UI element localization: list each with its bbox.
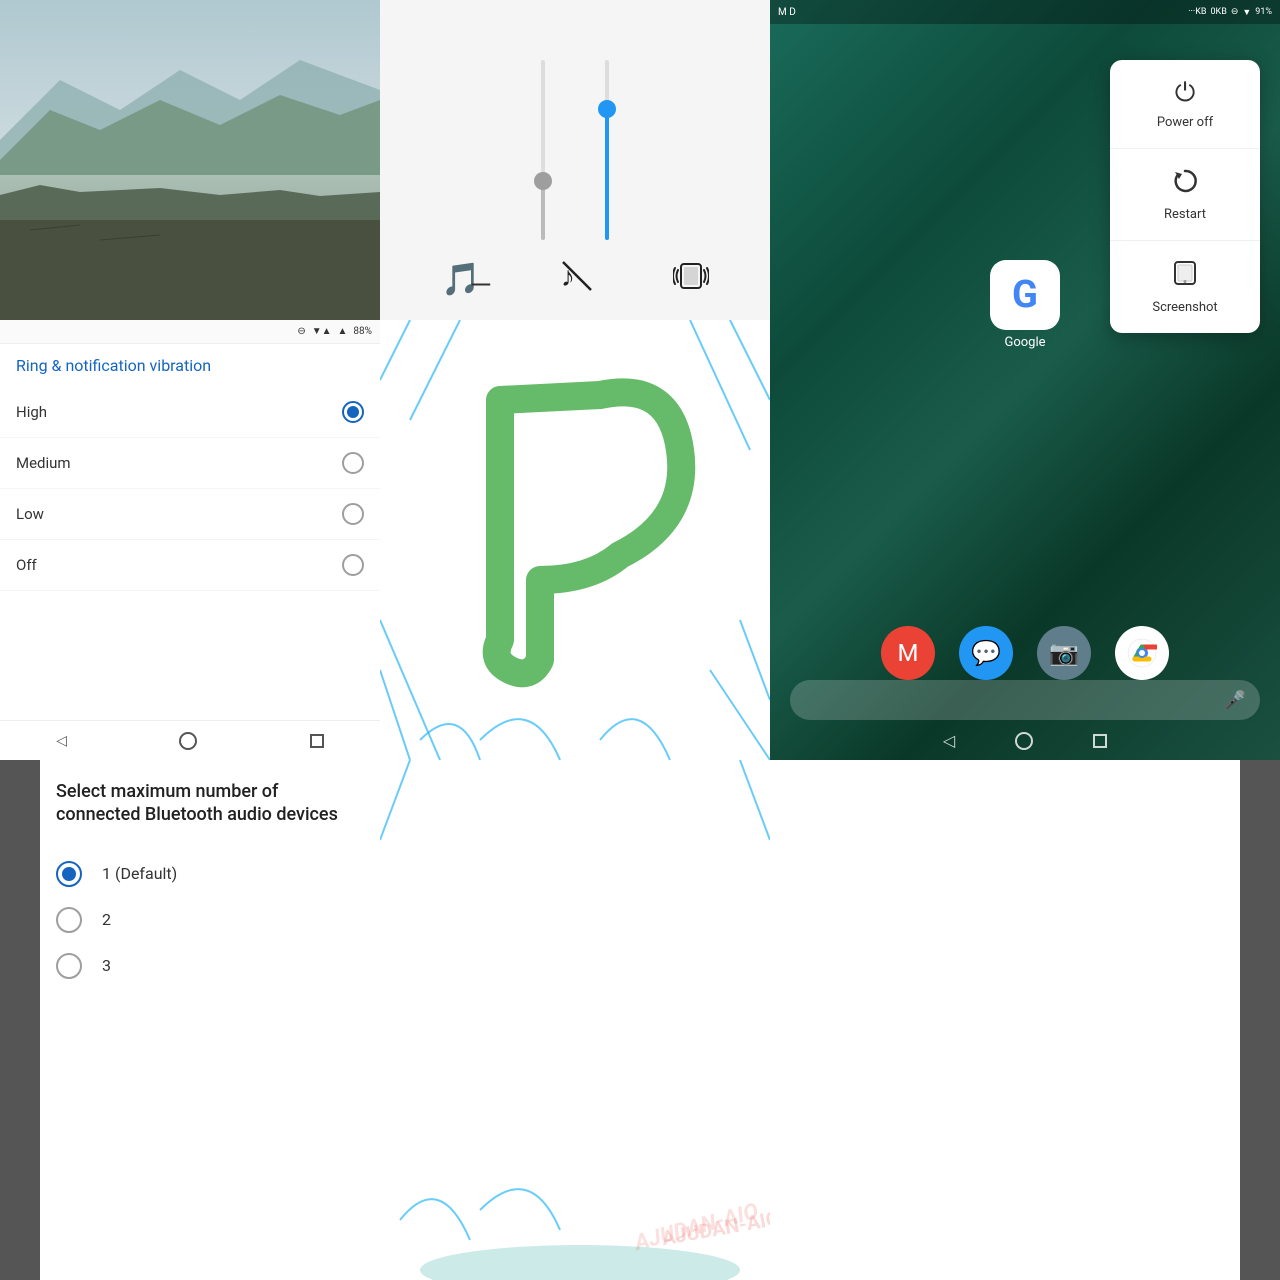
vibration-slider-fill <box>605 105 609 240</box>
wifi-icon: ▼ <box>1242 7 1251 18</box>
left-side-panel <box>0 760 40 1280</box>
bluetooth-dialog: Select maximum number of connected Bluet… <box>40 760 380 1280</box>
power-off-icon: ⏻ <box>1175 78 1196 109</box>
bt-option-2-label: 2 <box>102 910 111 929</box>
vib-status-battery: 88% <box>353 326 372 337</box>
screenshot-button[interactable]: Screenshot <box>1110 241 1260 333</box>
android-p-background <box>380 320 770 760</box>
android-p-panel <box>380 320 770 760</box>
signal-icon: ···KB <box>1188 7 1206 17</box>
battery-icon: 91% <box>1255 7 1272 17</box>
bluetooth-panel: Select maximum number of connected Bluet… <box>0 760 380 1280</box>
vibration-off-option[interactable]: Off <box>0 540 380 591</box>
search-bar[interactable]: 🎤 <box>790 680 1260 720</box>
screenshot-icon <box>1171 259 1199 294</box>
vib-status-icon-1: ⊖ <box>297 326 305 337</box>
vib-status-signal: ▲ <box>338 326 348 337</box>
bt-radio-3[interactable] <box>56 953 82 979</box>
vibration-medium-option[interactable]: Medium <box>0 438 380 489</box>
vibration-slider[interactable] <box>605 60 609 240</box>
bottom-right-content <box>770 760 1240 1280</box>
restart-icon <box>1171 167 1199 201</box>
bt-option-3[interactable]: 3 <box>56 943 364 989</box>
messages-icon[interactable]: 💬 <box>959 626 1013 680</box>
mic-icon: 🎤 <box>1224 690 1246 711</box>
bt-option-1[interactable]: 1 (Default) <box>56 851 364 897</box>
main-grid: 🎵̶ ♪ <box>0 0 1280 1280</box>
volume-icon: ⊖ <box>1231 7 1239 17</box>
vibration-medium-label: Medium <box>16 454 71 472</box>
status-right-icons: ···KB 0KB ⊖ ▼ 91% <box>1188 7 1272 18</box>
vibration-panel: ⊖ ▼▲ ▲ 88% Ring & notification vibration… <box>0 320 380 760</box>
power-menu-popup: ⏻ Power off Restart <box>1110 60 1260 333</box>
vibration-high-label: High <box>16 403 47 421</box>
nav-bar-power: ◁ <box>770 731 1280 750</box>
vib-recents-icon[interactable] <box>310 734 324 748</box>
google-app-icon[interactable]: G <box>990 260 1060 330</box>
right-side-panel <box>1240 760 1280 1280</box>
vib-back-icon[interactable]: ◁ <box>56 733 67 749</box>
sliders-panel: 🎵̶ ♪ <box>380 0 770 320</box>
vibration-header: Ring & notification vibration <box>0 344 380 387</box>
music-slider[interactable] <box>541 60 545 240</box>
bt-option-2[interactable]: 2 <box>56 897 364 943</box>
gmail-icon[interactable]: M <box>881 626 935 680</box>
vibration-nav-bar: ◁ <box>0 720 380 760</box>
power-panel: M D ···KB 0KB ⊖ ▼ 91% ⏻ Power off <box>770 0 1280 760</box>
google-label: Google <box>1004 335 1045 350</box>
sliders-row <box>541 60 609 240</box>
chrome-icon[interactable] <box>1115 626 1169 680</box>
vibration-off-radio[interactable] <box>342 554 364 576</box>
screenshot-label: Screenshot <box>1152 300 1217 315</box>
power-off-label: Power off <box>1157 115 1213 130</box>
dock-row: M 💬 📷 <box>770 626 1280 680</box>
bt-option-3-label: 3 <box>102 956 111 975</box>
bt-radio-2[interactable] <box>56 907 82 933</box>
vibration-medium-radio[interactable] <box>342 452 364 474</box>
vibration-off-label: Off <box>16 556 37 574</box>
bt-radio-1-fill <box>62 867 76 881</box>
google-g-letter: G <box>1012 273 1038 317</box>
vib-home-icon[interactable] <box>179 732 197 750</box>
music-slider-thumb[interactable] <box>534 172 552 190</box>
vibration-low-option[interactable]: Low <box>0 489 380 540</box>
data-indicator: 0KB <box>1211 7 1227 17</box>
power-off-button[interactable]: ⏻ Power off <box>1110 60 1260 149</box>
restart-label: Restart <box>1164 207 1206 222</box>
restart-button[interactable]: Restart <box>1110 149 1260 241</box>
status-bar: M D ···KB 0KB ⊖ ▼ 91% <box>770 0 1280 24</box>
vibrate-icon <box>673 260 709 300</box>
music-slider-track <box>541 60 545 240</box>
home-nav-button[interactable] <box>1015 732 1033 750</box>
vibration-high-radio[interactable] <box>342 401 364 423</box>
bluetooth-dialog-title: Select maximum number of connected Bluet… <box>56 780 364 827</box>
bottom-center-panel: AJUDAN-AIO AJUDAN-AIO <box>380 760 770 1280</box>
status-left-icons: M D <box>778 7 796 18</box>
landscape-panel <box>0 0 380 320</box>
svg-text:♪: ♪ <box>561 260 575 292</box>
vibration-slider-track <box>605 60 609 240</box>
bt-radio-1[interactable] <box>56 861 82 887</box>
vib-status-wifi: ▼▲ <box>312 326 332 337</box>
vibration-high-radio-fill <box>347 406 359 418</box>
slider-icons-row: 🎵̶ ♪ <box>441 260 709 300</box>
vibration-slider-thumb[interactable] <box>598 100 616 118</box>
music-muted-icon: 🎵̶ <box>441 260 481 300</box>
back-nav-icon[interactable]: ◁ <box>943 731 955 750</box>
music-muted-slash: ♪ <box>561 260 593 300</box>
vibration-status-bar: ⊖ ▼▲ ▲ 88% <box>0 320 380 344</box>
vibration-low-radio[interactable] <box>342 503 364 525</box>
recents-nav-button[interactable] <box>1093 734 1107 748</box>
vibration-low-label: Low <box>16 505 44 523</box>
bt-option-1-label: 1 (Default) <box>102 864 177 883</box>
camera-icon[interactable]: 📷 <box>1037 626 1091 680</box>
bottom-right-panel <box>770 760 1280 1280</box>
vibration-high-option[interactable]: High <box>0 387 380 438</box>
